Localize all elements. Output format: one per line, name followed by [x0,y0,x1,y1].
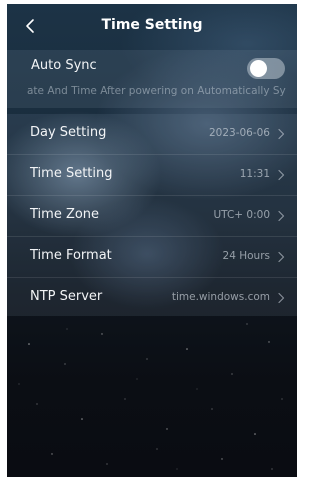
row-label: Time Setting [30,166,113,181]
time-format-row[interactable]: Time Format 24 Hours [7,237,297,278]
auto-sync-toggle[interactable] [247,58,285,79]
chevron-right-icon [278,251,285,263]
row-label: Time Format [30,248,112,263]
app-screen: Time Setting Auto Sync ate And Time Afte… [7,4,297,477]
time-setting-row[interactable]: Time Setting 11:31 [7,155,297,196]
ntp-server-row[interactable]: NTP Server time.windows.com [7,278,297,318]
auto-sync-description: ate And Time After powering on Automatic… [27,85,286,97]
auto-sync-section: Auto Sync ate And Time After powering on… [7,50,297,108]
row-value: 2023-06-06 [208,127,270,139]
row-value: 24 Hours [222,250,270,262]
row-value: 11:31 [239,168,270,180]
row-value: time.windows.com [171,291,270,303]
settings-list: Day Setting 2023-06-06 Time Setting 11:3… [7,114,297,316]
time-zone-row[interactable]: Time Zone UTC+ 0:00 [7,196,297,237]
chevron-right-icon [278,292,285,304]
top-bar: Time Setting [7,4,297,48]
chevron-right-icon [278,169,285,181]
row-label: Day Setting [30,125,107,140]
day-setting-row[interactable]: Day Setting 2023-06-06 [7,114,297,155]
chevron-right-icon [278,128,285,140]
page-title: Time Setting [101,17,203,33]
auto-sync-label: Auto Sync [31,58,97,73]
row-label: Time Zone [30,207,100,222]
toggle-knob [250,60,267,77]
chevron-right-icon [278,210,285,222]
row-value: UTC+ 0:00 [213,209,270,221]
row-label: NTP Server [30,289,103,304]
